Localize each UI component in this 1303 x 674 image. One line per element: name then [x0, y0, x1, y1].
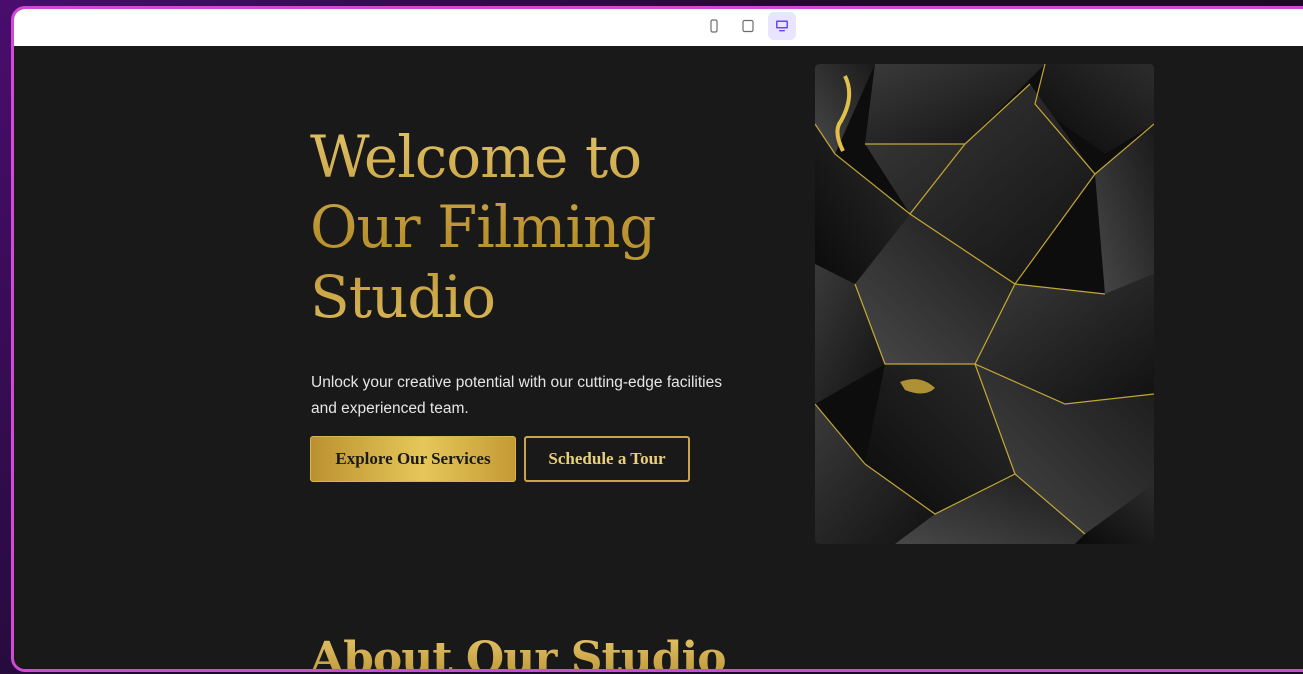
explore-services-button[interactable]: Explore Our Services [310, 436, 516, 482]
page-content: Welcome to Our Filming Studio Unlock you… [14, 46, 1303, 669]
hero-subtitle: Unlock your creative potential with our … [311, 374, 722, 417]
tablet-icon [742, 19, 754, 33]
mobile-icon [710, 19, 718, 33]
schedule-tour-button[interactable]: Schedule a Tour [524, 436, 690, 482]
abstract-gold-black-geometric-image [815, 64, 1154, 544]
desktop-view-button[interactable] [768, 12, 796, 40]
browser-frame: Welcome to Our Filming Studio Unlock you… [11, 6, 1303, 672]
device-switcher [700, 12, 796, 40]
about-section-title: About Our Studio [310, 634, 727, 670]
hero-image [815, 64, 1154, 544]
tablet-view-button[interactable] [734, 12, 762, 40]
preview-toolbar [14, 9, 1303, 46]
mobile-view-button[interactable] [700, 12, 728, 40]
desktop-icon [776, 20, 788, 32]
hero-title: Welcome to Our Filming Studio [310, 122, 730, 332]
